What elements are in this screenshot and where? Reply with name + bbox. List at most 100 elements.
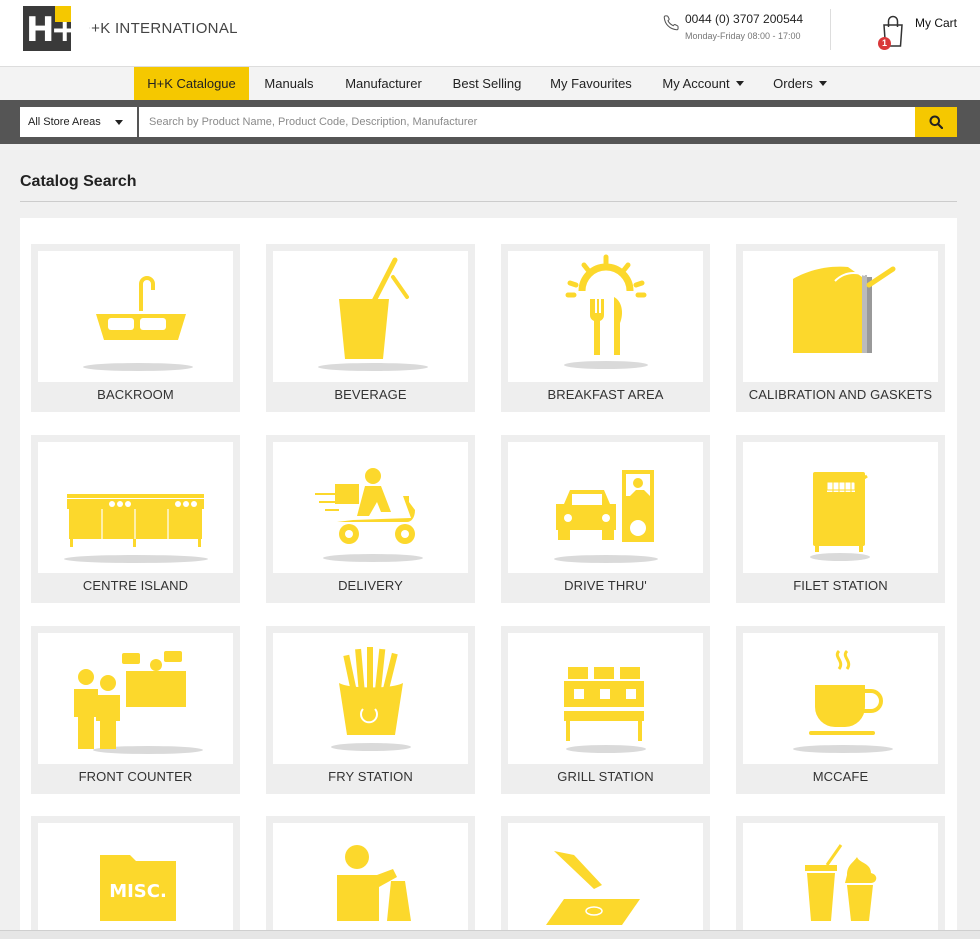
chevron-down-icon	[818, 81, 827, 86]
header-divider	[830, 9, 831, 50]
contact-info: 0044 (0) 3707 200544 Monday-Friday 08:00…	[662, 12, 803, 41]
category-tile-delivery[interactable]: DELIVERY	[266, 435, 475, 603]
coffee-cup-icon	[793, 649, 893, 753]
chevron-down-icon	[115, 120, 123, 125]
tile-image: MISC.	[38, 823, 233, 939]
search-button[interactable]	[915, 107, 957, 137]
nav-item-orders[interactable]: Orders	[767, 67, 833, 100]
nav-item-my-account[interactable]: My Account	[655, 67, 751, 100]
fryer-icon	[810, 472, 870, 561]
tile-image	[38, 251, 233, 382]
tile-image	[743, 251, 938, 382]
kitchen-counter-icon	[64, 494, 208, 563]
category-label: DELIVERY	[338, 578, 403, 593]
sunrise-cutlery-icon	[564, 254, 648, 369]
store-area-value: All Store Areas	[28, 116, 101, 128]
brand-logo[interactable]: H+K H+K INTERNATIONAL	[23, 6, 238, 51]
tile-image	[273, 823, 468, 939]
category-label: BREAKFAST AREA	[547, 387, 664, 402]
nav-label: Orders	[773, 76, 813, 91]
brand-name: H+K INTERNATIONAL	[80, 20, 238, 37]
category-tile-backroom[interactable]: BACKROOM	[31, 244, 240, 412]
category-label: FRY STATION	[328, 769, 413, 784]
nav-item-best-selling[interactable]: Best Selling	[447, 67, 527, 100]
category-tile-mccafe[interactable]: MCCAFE	[736, 626, 945, 794]
grill-station-icon	[564, 667, 646, 753]
category-label: MCCAFE	[812, 769, 869, 784]
cart-count-badge: 1	[878, 37, 891, 50]
category-label: CENTRE ISLAND	[82, 578, 189, 593]
category-tile-grill-station[interactable]: GRILL STATION	[501, 626, 710, 794]
opening-hours: Monday-Friday 08:00 - 17:00	[685, 31, 801, 41]
nav-label: My Account	[662, 76, 730, 91]
top-header: H+K H+K INTERNATIONAL 0044 (0) 3707 2005…	[0, 0, 980, 67]
catalog-panel: BACKROOM BEVERAGE BREAKFAST AREA CALIBRA…	[20, 218, 957, 939]
front-counter-icon	[74, 651, 203, 754]
nav-item-catalogue[interactable]: H+K Catalogue	[134, 67, 249, 100]
cutting-board-icon	[546, 851, 640, 925]
category-tile-filet-station[interactable]: FILET STATION	[736, 435, 945, 603]
category-tile-desserts[interactable]	[736, 816, 945, 939]
main-nav: H+K Catalogue Manuals Manufacturer Best …	[0, 67, 980, 100]
search-icon	[929, 115, 943, 129]
cart-button[interactable]: 1 My Cart	[878, 14, 968, 50]
tile-image	[508, 251, 703, 382]
nav-item-manuals[interactable]: Manuals	[256, 67, 322, 100]
category-tile-takeaway[interactable]	[266, 816, 475, 939]
nav-item-my-favourites[interactable]: My Favourites	[543, 67, 639, 100]
tile-image	[38, 633, 233, 764]
store-area-select[interactable]: All Store Areas	[20, 107, 137, 137]
drink-cup-icon	[318, 257, 428, 371]
nav-item-manufacturer[interactable]: Manufacturer	[336, 67, 431, 100]
category-label: FRONT COUNTER	[78, 769, 193, 784]
category-label: FILET STATION	[793, 578, 888, 593]
tile-image	[273, 251, 468, 382]
category-label: DRIVE THRU'	[564, 578, 647, 593]
chevron-down-icon	[735, 81, 744, 86]
calibration-icon	[793, 266, 896, 353]
category-tile-beverage[interactable]: BEVERAGE	[266, 244, 475, 412]
sink-icon	[83, 276, 193, 371]
fries-icon	[331, 647, 411, 751]
misc-folder-icon: MISC.	[100, 855, 176, 921]
phone-number[interactable]: 0044 (0) 3707 200544	[685, 12, 803, 26]
category-tile-prep[interactable]	[501, 816, 710, 939]
tile-image	[743, 823, 938, 939]
category-label: BACKROOM	[97, 387, 174, 402]
page-title: Catalog Search	[20, 173, 137, 190]
category-tile-misc[interactable]: MISC.	[31, 816, 240, 939]
logo-mark: H+K	[23, 6, 101, 51]
cart-label: My Cart	[915, 16, 957, 30]
dessert-drinks-icon	[805, 844, 877, 921]
category-label: GRILL STATION	[557, 769, 654, 784]
category-label: CALIBRATION AND GASKETS	[748, 387, 933, 402]
tile-image	[273, 442, 468, 573]
scooter-delivery-icon	[315, 468, 423, 562]
tile-image	[743, 442, 938, 573]
title-divider	[20, 201, 957, 202]
search-bar: All Store Areas	[0, 100, 980, 144]
category-tile-centre-island[interactable]: CENTRE ISLAND	[31, 435, 240, 603]
tile-image	[273, 633, 468, 764]
tile-image	[743, 633, 938, 764]
category-tile-calibration-and-gaskets[interactable]: CALIBRATION AND GASKETS	[736, 244, 945, 412]
phone-icon	[663, 15, 679, 31]
tile-image	[508, 442, 703, 573]
category-tile-breakfast-area[interactable]: BREAKFAST AREA	[501, 244, 710, 412]
nav-label: My Favourites	[550, 76, 632, 91]
drive-thru-icon	[554, 470, 658, 563]
nav-label: Best Selling	[452, 76, 522, 91]
search-input[interactable]	[139, 107, 915, 137]
tile-image	[508, 633, 703, 764]
category-label: BEVERAGE	[334, 387, 407, 402]
tile-image	[38, 442, 233, 573]
nav-label: Manufacturer	[345, 76, 422, 91]
misc-badge-text: MISC.	[109, 881, 167, 902]
logo-accent	[55, 6, 71, 22]
category-tile-front-counter[interactable]: FRONT COUNTER	[31, 626, 240, 794]
category-tile-fry-station[interactable]: FRY STATION	[266, 626, 475, 794]
nav-label: H+K Catalogue	[147, 76, 236, 91]
person-takeaway-bag-icon	[337, 845, 411, 921]
tile-image	[508, 823, 703, 939]
category-tile-drive-thru[interactable]: DRIVE THRU'	[501, 435, 710, 603]
